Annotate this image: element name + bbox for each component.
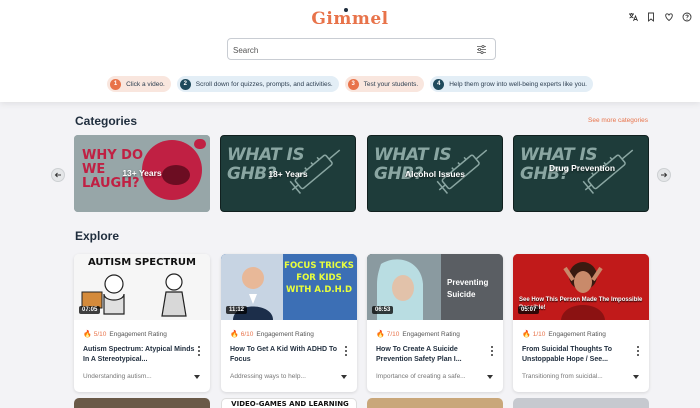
rating-score: 5/10 — [93, 330, 107, 338]
step-2: 2 Scroll down for quizzes, prompts, and … — [176, 76, 339, 92]
video-duration: 06:53 — [372, 306, 394, 314]
video-duration: 11:12 — [226, 306, 248, 314]
video-card-peek[interactable]: VIDEO-GAMES AND LEARNING — [221, 398, 357, 408]
video-card[interactable]: AUTISM SPECTRUM 07:05 🔥 5/10 Engagement … — [74, 254, 210, 392]
step-text: Test your students. — [363, 80, 419, 88]
thumbnail-text: AUTISM SPECTRUM — [87, 257, 197, 268]
engagement-rating: 🔥 1/10 Engagement Rating — [522, 330, 606, 339]
step-1: 1 Click a video. — [107, 76, 171, 92]
carousel-next-button[interactable] — [657, 168, 671, 182]
bookmark-icon[interactable] — [646, 12, 656, 22]
category-label: 13+ Years — [122, 168, 162, 178]
more-options-icon[interactable] — [490, 346, 494, 356]
engagement-rating: 🔥 6/10 Engagement Rating — [230, 330, 314, 339]
logo-dot — [344, 8, 348, 12]
explore-title: Explore — [75, 229, 120, 243]
expand-description-icon[interactable] — [487, 375, 493, 379]
step-number: 4 — [433, 78, 445, 90]
video-duration: 07:05 — [79, 306, 101, 314]
step-number: 1 — [110, 78, 122, 90]
video-thumbnail[interactable]: Preventing Suicide 06:53 — [367, 254, 503, 320]
more-options-icon[interactable] — [636, 346, 640, 356]
category-label: Drug Prevention — [548, 163, 616, 173]
arrow-left-icon — [54, 172, 61, 178]
flame-icon: 🔥 — [522, 331, 531, 338]
thumbnail-text: Preventing Suicide — [447, 278, 489, 299]
expand-description-icon[interactable] — [194, 375, 200, 379]
category-label: Alcohol Issues — [405, 169, 465, 179]
video-card-peek[interactable] — [74, 398, 210, 408]
category-card-alcohol[interactable]: WHAT IS GHB? Alcohol Issues — [367, 135, 503, 212]
category-card-drug-prevention[interactable]: WHAT IS GHB? Drug Prevention — [513, 135, 649, 212]
filter-icon[interactable] — [476, 44, 487, 55]
heart-icon[interactable] — [664, 12, 674, 22]
categories-title: Categories — [75, 114, 138, 128]
category-card-13-plus[interactable]: WHY DO WE LAUGH? 13+ Years — [74, 135, 210, 212]
carousel-prev-button[interactable] — [51, 168, 65, 182]
rating-score: 6/10 — [240, 330, 254, 338]
video-description: Importance of creating a safe... — [376, 373, 466, 380]
video-thumbnail[interactable]: AUTISM SPECTRUM 07:05 — [74, 254, 210, 320]
video-thumbnail[interactable]: FOCUS TRICKS FOR KIDS WITH A.D.H.D 11:12 — [221, 254, 357, 320]
video-card-peek[interactable] — [513, 398, 649, 408]
see-more-categories-link[interactable]: See more categories — [588, 117, 648, 124]
arrow-right-icon — [661, 172, 668, 178]
translate-icon[interactable] — [628, 12, 638, 22]
video-duration: 05:07 — [518, 306, 540, 314]
step-number: 3 — [347, 78, 359, 90]
video-title[interactable]: How To Create A Suicide Prevention Safet… — [376, 345, 488, 365]
video-description: Understanding autism... — [83, 373, 152, 380]
expand-description-icon[interactable] — [633, 375, 639, 379]
step-4: 4 Help them grow into well-being experts… — [430, 76, 593, 92]
steps-bar: 1 Click a video. 2 Scroll down for quizz… — [0, 76, 700, 92]
logo[interactable]: Gimmel — [0, 9, 700, 29]
flame-icon: 🔥 — [376, 331, 385, 338]
video-card[interactable]: See How This Person Made The Impossible … — [513, 254, 649, 392]
step-text: Click a video. — [126, 80, 165, 88]
video-title[interactable]: How To Get A Kid With ADHD To Focus — [230, 345, 342, 365]
rating-score: 7/10 — [386, 330, 400, 338]
engagement-rating: 🔥 5/10 Engagement Rating — [83, 330, 167, 339]
rating-label: Engagement Rating — [256, 330, 314, 338]
step-text: Scroll down for quizzes, prompts, and ac… — [195, 80, 333, 88]
video-title[interactable]: Autism Spectrum: Atypical Minds In A Ste… — [83, 345, 195, 365]
thumbnail-text: VIDEO-GAMES AND LEARNING — [231, 400, 349, 408]
flame-icon: 🔥 — [83, 331, 92, 338]
engagement-rating: 🔥 7/10 Engagement Rating — [376, 330, 460, 339]
video-thumbnail[interactable]: See How This Person Made The Impossible … — [513, 254, 649, 320]
more-options-icon[interactable] — [197, 346, 201, 356]
step-number: 2 — [179, 78, 191, 90]
video-card-peek[interactable] — [367, 398, 503, 408]
search-bar — [227, 38, 496, 60]
rating-label: Engagement Rating — [402, 330, 460, 338]
video-title[interactable]: From Suicidal Thoughts To Unstoppable Ho… — [522, 345, 634, 365]
help-icon[interactable] — [682, 12, 692, 22]
categories-carousel: WHY DO WE LAUGH? 13+ Years WHAT IS GHB? … — [74, 135, 649, 212]
video-card[interactable]: Preventing Suicide 06:53 🔥 7/10 Engageme… — [367, 254, 503, 392]
more-options-icon[interactable] — [344, 346, 348, 356]
rating-label: Engagement Rating — [109, 330, 167, 338]
top-header: Gimmel 1 Click a video. 2 Scr — [0, 0, 700, 102]
rating-score: 1/10 — [532, 330, 546, 338]
step-text: Help them grow into well-being experts l… — [449, 80, 587, 88]
step-3: 3 Test your students. — [344, 76, 425, 92]
search-input[interactable] — [233, 43, 463, 57]
thumbnail-text: FOCUS TRICKS FOR KIDS WITH A.D.H.D — [284, 261, 354, 295]
video-description: Transitioning from suicidal... — [522, 373, 603, 380]
header-icons — [628, 12, 692, 22]
flame-icon: 🔥 — [230, 331, 239, 338]
video-description: Addressing ways to help... — [230, 373, 306, 380]
category-label: 18+ Years — [268, 169, 308, 179]
rating-label: Engagement Rating — [548, 330, 606, 338]
category-card-18-plus[interactable]: WHAT IS GHB? 18+ Years — [220, 135, 356, 212]
video-card[interactable]: FOCUS TRICKS FOR KIDS WITH A.D.H.D 11:12… — [221, 254, 357, 392]
expand-description-icon[interactable] — [341, 375, 347, 379]
